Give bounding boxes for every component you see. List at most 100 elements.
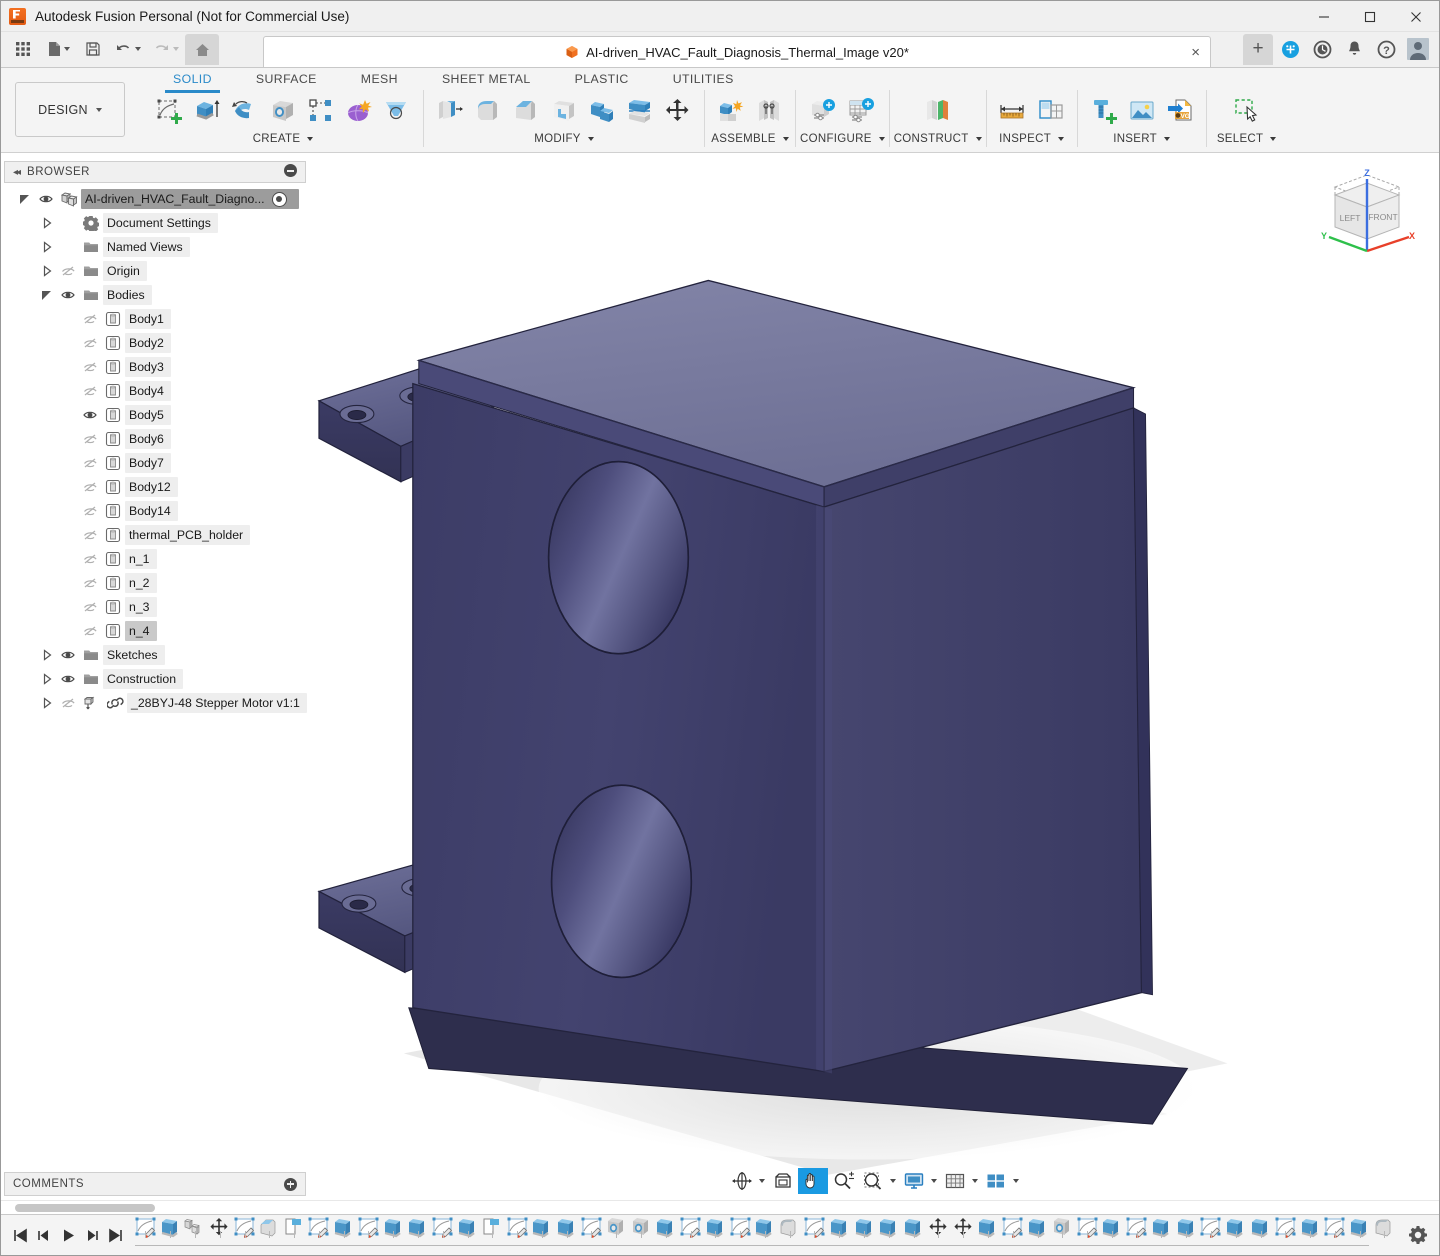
step-forward-button[interactable] — [81, 1222, 103, 1248]
extrude-icon[interactable] — [189, 92, 225, 130]
go-to-end-button[interactable] — [105, 1222, 127, 1248]
timeline-feature-extrude[interactable] — [901, 1217, 926, 1247]
configure-table-icon[interactable] — [843, 92, 879, 130]
loft-icon[interactable] — [379, 92, 415, 130]
timeline-feature-extrude[interactable] — [653, 1217, 678, 1247]
panel-label-select[interactable]: SELECT — [1217, 130, 1277, 147]
timeline-feature-sketch[interactable] — [1199, 1217, 1224, 1247]
tree-item-thermal-pcb-holder[interactable]: thermal_PCB_holder — [1, 523, 309, 547]
new-file-icon[interactable] — [39, 34, 77, 64]
create-sketch-icon[interactable] — [151, 92, 187, 130]
new-tab-button[interactable]: + — [1243, 34, 1273, 65]
notifications-icon[interactable] — [1339, 34, 1369, 64]
tree-item-bodies[interactable]: Bodies — [1, 283, 309, 307]
tab-plastic[interactable]: PLASTIC — [553, 68, 651, 90]
tree-item-origin[interactable]: Origin — [1, 259, 309, 283]
eye-hidden-icon[interactable] — [57, 696, 79, 710]
panel-label-create[interactable]: CREATE — [253, 130, 314, 147]
panel-label-inspect[interactable]: INSPECT — [999, 130, 1064, 147]
twisty-collapsed-icon[interactable] — [37, 672, 57, 686]
orbit-icon[interactable] — [727, 1168, 757, 1194]
panel-label-modify[interactable]: MODIFY — [534, 130, 594, 147]
tree-item-sketches[interactable]: Sketches — [1, 643, 309, 667]
offset-plane-icon[interactable] — [920, 92, 956, 130]
tab-utilities[interactable]: UTILITIES — [651, 68, 756, 90]
timeline-feature-extrude[interactable] — [1248, 1217, 1273, 1247]
minimize-button[interactable] — [1301, 1, 1347, 32]
step-back-button[interactable] — [33, 1222, 55, 1248]
timeline-feature-sketch[interactable] — [1124, 1217, 1149, 1247]
eye-visible-icon[interactable] — [57, 648, 79, 662]
move-copy-icon[interactable] — [660, 92, 696, 130]
timeline-feature-hole[interactable] — [1050, 1217, 1075, 1247]
timeline-feature-sketch[interactable] — [802, 1217, 827, 1247]
viewports-icon[interactable] — [981, 1168, 1011, 1194]
eye-visible-icon[interactable] — [35, 192, 57, 206]
timeline-feature-move[interactable] — [207, 1217, 232, 1247]
twisty-collapsed-icon[interactable] — [37, 216, 57, 230]
extension-icon[interactable] — [1275, 34, 1305, 64]
chevron-down-icon[interactable] — [759, 1179, 765, 1183]
panel-label-insert[interactable]: INSERT — [1113, 130, 1170, 147]
timeline-feature-extrude[interactable] — [381, 1217, 406, 1247]
timeline-feature-sketch[interactable] — [579, 1217, 604, 1247]
tab-mesh[interactable]: MESH — [339, 68, 420, 90]
tree-item-n-1[interactable]: n_1 — [1, 547, 309, 571]
eye-visible-icon[interactable] — [57, 672, 79, 686]
timeline-feature-move[interactable] — [926, 1217, 951, 1247]
workspace-switcher[interactable]: DESIGN — [15, 82, 125, 137]
account-avatar[interactable] — [1403, 34, 1433, 64]
tab-solid[interactable]: SOLID — [151, 68, 234, 90]
timeline-feature-extrude[interactable] — [554, 1217, 579, 1247]
eye-hidden-icon[interactable] — [57, 264, 79, 278]
joint-icon[interactable] — [751, 92, 787, 130]
timeline-feature-sketch[interactable] — [728, 1217, 753, 1247]
fit-icon[interactable] — [858, 1168, 888, 1194]
timeline-feature-sketch[interactable] — [430, 1217, 455, 1247]
new-component-icon[interactable] — [713, 92, 749, 130]
chevron-down-icon[interactable] — [890, 1179, 896, 1183]
tree-item-body14[interactable]: Body14 — [1, 499, 309, 523]
timeline-feature-move[interactable] — [951, 1217, 976, 1247]
pan-icon[interactable] — [798, 1168, 828, 1194]
tree-item-body3[interactable]: Body3 — [1, 355, 309, 379]
tree-item-body12[interactable]: Body12 — [1, 475, 309, 499]
tree-item-document-settings[interactable]: Document Settings — [1, 211, 309, 235]
tree-item-body4[interactable]: Body4 — [1, 379, 309, 403]
select-window-icon[interactable] — [1229, 92, 1265, 130]
eye-hidden-icon[interactable] — [79, 312, 101, 326]
timeline-feature-extrude[interactable] — [331, 1217, 356, 1247]
timeline-feature-plane[interactable] — [480, 1217, 505, 1247]
press-pull-icon[interactable] — [432, 92, 468, 130]
tree-item-body2[interactable]: Body2 — [1, 331, 309, 355]
timeline-feature-sketch[interactable] — [133, 1217, 158, 1247]
insert-svg-icon[interactable]: SVG — [1162, 92, 1198, 130]
timeline-feature-hole[interactable] — [604, 1217, 629, 1247]
insert-mcmaster-icon[interactable] — [1086, 92, 1122, 130]
activate-component-radio[interactable] — [272, 192, 287, 207]
twisty-collapsed-icon[interactable] — [37, 648, 57, 662]
timeline-feature-sketch[interactable] — [232, 1217, 257, 1247]
job-status-icon[interactable] — [1307, 34, 1337, 64]
panel-label-construct[interactable]: CONSTRUCT — [894, 130, 982, 147]
timeline-track[interactable] — [133, 1215, 1397, 1256]
eye-hidden-icon[interactable] — [79, 360, 101, 374]
twisty-collapsed-icon[interactable] — [37, 696, 57, 710]
tab-surface[interactable]: SURFACE — [234, 68, 339, 90]
tree-item-body7[interactable]: Body7 — [1, 451, 309, 475]
timeline-feature-extrude[interactable] — [1025, 1217, 1050, 1247]
chamfer-icon[interactable] — [508, 92, 544, 130]
horizontal-scrollbar[interactable] — [15, 1204, 155, 1212]
fillet-icon[interactable] — [470, 92, 506, 130]
eye-hidden-icon[interactable] — [79, 504, 101, 518]
insert-image-icon[interactable] — [1124, 92, 1160, 130]
eye-hidden-icon[interactable] — [79, 480, 101, 494]
timeline-feature-sketch[interactable] — [1075, 1217, 1100, 1247]
minimize-panel-icon[interactable] — [284, 164, 297, 180]
timeline-feature-extrude[interactable] — [1298, 1217, 1323, 1247]
grid-snaps-icon[interactable] — [940, 1168, 970, 1194]
chevron-down-icon[interactable] — [931, 1179, 937, 1183]
eye-visible-icon[interactable] — [57, 288, 79, 302]
tree-item-ai-driven-hvac-fault-diagno[interactable]: AI-driven_HVAC_Fault_Diagno... — [1, 187, 309, 211]
tab-sheet-metal[interactable]: SHEET METAL — [420, 68, 553, 90]
